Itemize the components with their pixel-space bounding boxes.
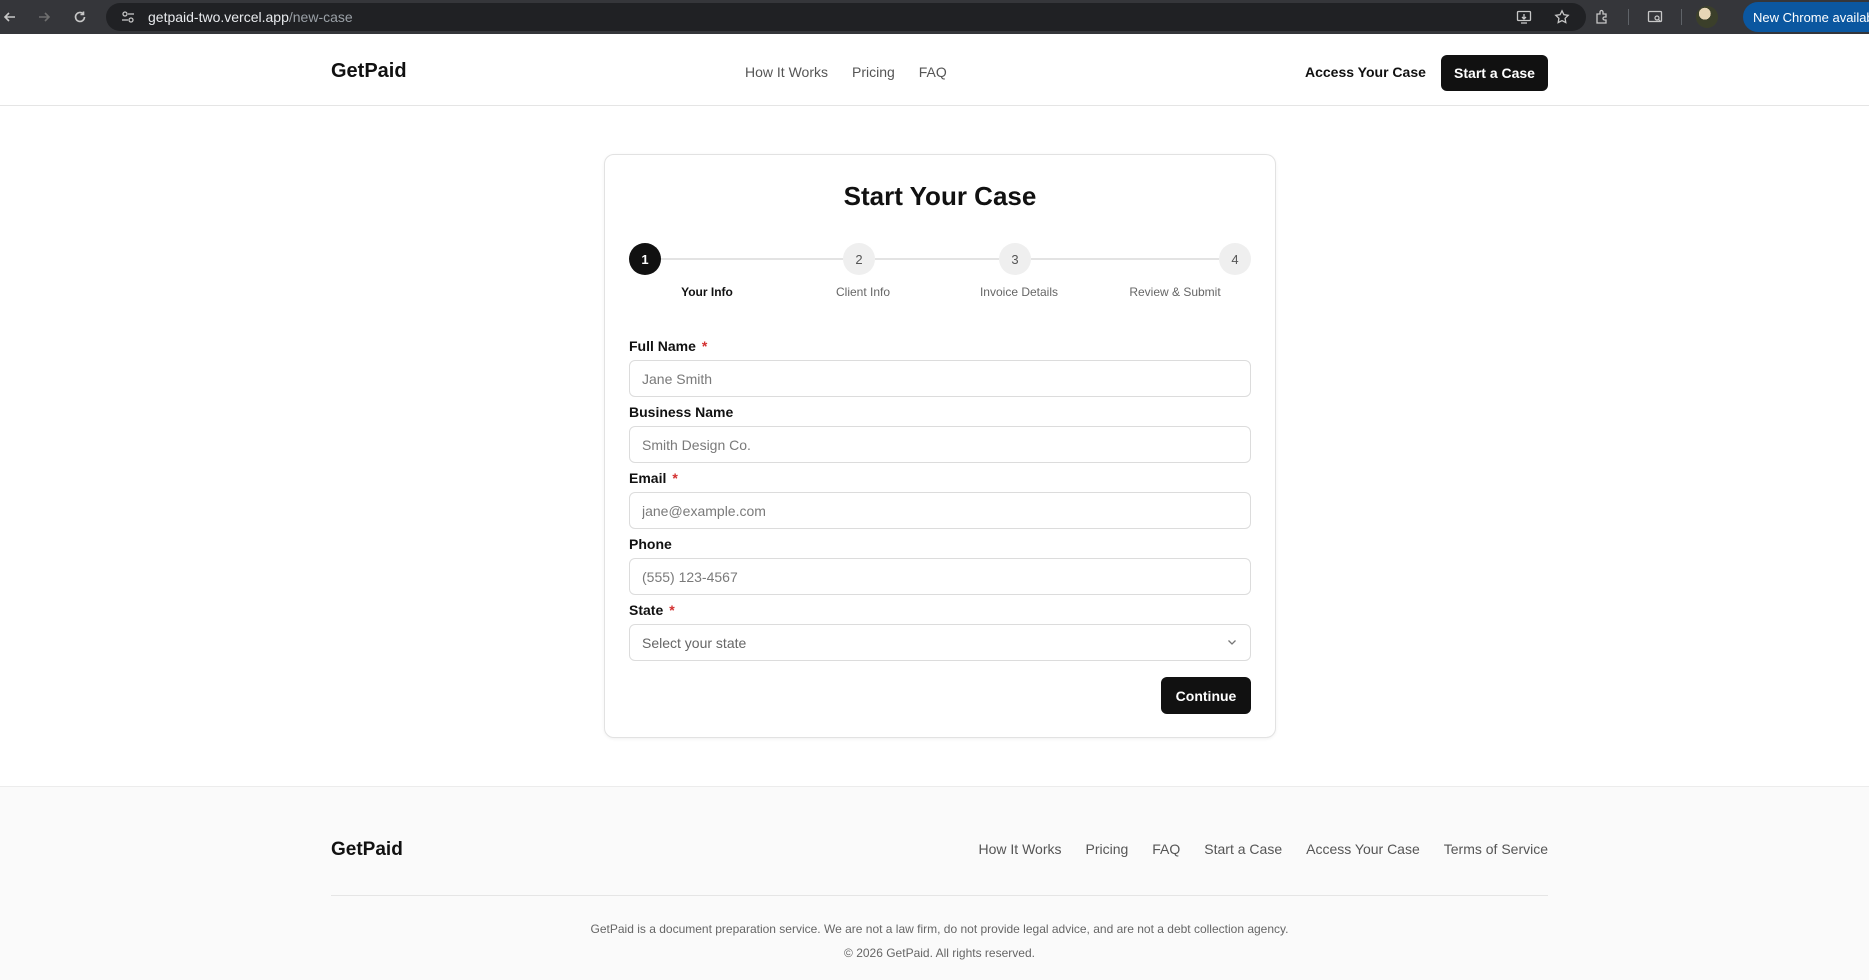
state-select-value: Select your state bbox=[642, 634, 747, 651]
email-label: Email * bbox=[629, 470, 678, 486]
footer-copyright: © 2026 GetPaid. All rights reserved. bbox=[844, 946, 1035, 960]
step-connector bbox=[661, 258, 843, 260]
business-name-label-text: Business Name bbox=[629, 404, 734, 420]
phone-label: Phone bbox=[629, 536, 672, 552]
footer-link-terms-of-service[interactable]: Terms of Service bbox=[1444, 841, 1548, 857]
tab-search-icon[interactable] bbox=[1643, 5, 1667, 29]
brand-logo[interactable]: GetPaid bbox=[331, 60, 407, 83]
email-label-text: Email bbox=[629, 470, 667, 486]
install-app-icon[interactable] bbox=[1514, 7, 1534, 27]
email-input[interactable] bbox=[629, 492, 1251, 529]
step-3-label: Invoice Details bbox=[979, 285, 1059, 299]
site-settings-icon[interactable] bbox=[118, 7, 138, 27]
footer-divider bbox=[331, 895, 1548, 896]
start-a-case-button[interactable]: Start a Case bbox=[1441, 55, 1548, 91]
toolbar-separator bbox=[1681, 9, 1682, 25]
progress-stepper: 1 2 3 4 Your Info Client Info Invoice De… bbox=[629, 243, 1251, 303]
footer-nav: How It Works Pricing FAQ Start a Case Ac… bbox=[979, 841, 1549, 857]
full-name-input[interactable] bbox=[629, 360, 1251, 397]
access-your-case-link[interactable]: Access Your Case bbox=[1305, 64, 1426, 80]
phone-input[interactable] bbox=[629, 558, 1251, 595]
reload-icon[interactable] bbox=[62, 0, 98, 34]
phone-label-text: Phone bbox=[629, 536, 672, 552]
required-marker: * bbox=[669, 602, 675, 618]
site-header: GetPaid How It Works Pricing FAQ Access … bbox=[0, 34, 1869, 106]
chevron-down-icon bbox=[1226, 635, 1238, 651]
step-connector bbox=[875, 258, 999, 260]
footer-link-start-a-case[interactable]: Start a Case bbox=[1204, 841, 1282, 857]
footer-link-faq[interactable]: FAQ bbox=[1152, 841, 1180, 857]
url-path: /new-case bbox=[288, 9, 353, 25]
extensions-icon[interactable] bbox=[1590, 5, 1614, 29]
footer-brand-logo[interactable]: GetPaid bbox=[331, 839, 403, 861]
browser-toolbar: getpaid-two.vercel.app/new-case New Chro… bbox=[0, 0, 1869, 34]
site-footer: GetPaid How It Works Pricing FAQ Start a… bbox=[0, 786, 1869, 980]
step-4-indicator: 4 bbox=[1219, 243, 1251, 275]
required-marker: * bbox=[701, 338, 708, 354]
start-case-card: Start Your Case 1 2 3 4 Your Info Client… bbox=[604, 154, 1276, 738]
full-name-label-text: Full Name bbox=[629, 338, 696, 354]
nav-faq[interactable]: FAQ bbox=[919, 64, 947, 80]
step-3-indicator: 3 bbox=[999, 243, 1031, 275]
business-name-input[interactable] bbox=[629, 426, 1251, 463]
step-connector bbox=[1031, 258, 1219, 260]
nav-pricing[interactable]: Pricing bbox=[852, 64, 895, 80]
profile-avatar[interactable] bbox=[1696, 6, 1718, 28]
state-label-text: State bbox=[629, 602, 664, 618]
main-nav: How It Works Pricing FAQ bbox=[745, 64, 947, 80]
step-1-indicator: 1 bbox=[629, 243, 661, 275]
address-bar[interactable]: getpaid-two.vercel.app/new-case bbox=[106, 3, 1586, 31]
nav-how-it-works[interactable]: How It Works bbox=[745, 64, 828, 80]
step-1-label: Your Info bbox=[681, 285, 733, 299]
step-2-label: Client Info bbox=[835, 285, 891, 299]
footer-link-pricing[interactable]: Pricing bbox=[1085, 841, 1128, 857]
back-icon[interactable] bbox=[0, 0, 20, 34]
footer-link-access-your-case[interactable]: Access Your Case bbox=[1306, 841, 1420, 857]
url-host: getpaid-two.vercel.app bbox=[148, 9, 289, 25]
page-title: Start Your Case bbox=[843, 181, 1037, 211]
business-name-label: Business Name bbox=[629, 404, 733, 420]
forward-icon[interactable] bbox=[26, 0, 62, 34]
required-marker: * bbox=[672, 470, 678, 486]
continue-button[interactable]: Continue bbox=[1161, 677, 1251, 714]
footer-disclaimer: GetPaid is a document preparation servic… bbox=[590, 922, 1289, 936]
footer-link-how-it-works[interactable]: How It Works bbox=[979, 841, 1062, 857]
state-label: State * bbox=[629, 602, 675, 618]
toolbar-separator bbox=[1628, 9, 1629, 25]
full-name-label: Full Name * bbox=[629, 338, 707, 354]
state-select[interactable]: Select your state bbox=[629, 624, 1251, 661]
bookmark-star-icon[interactable] bbox=[1552, 7, 1572, 27]
chrome-update-button[interactable]: New Chrome available bbox=[1743, 2, 1869, 32]
step-4-label: Review & Submit bbox=[1129, 285, 1221, 299]
step-2-indicator: 2 bbox=[843, 243, 875, 275]
